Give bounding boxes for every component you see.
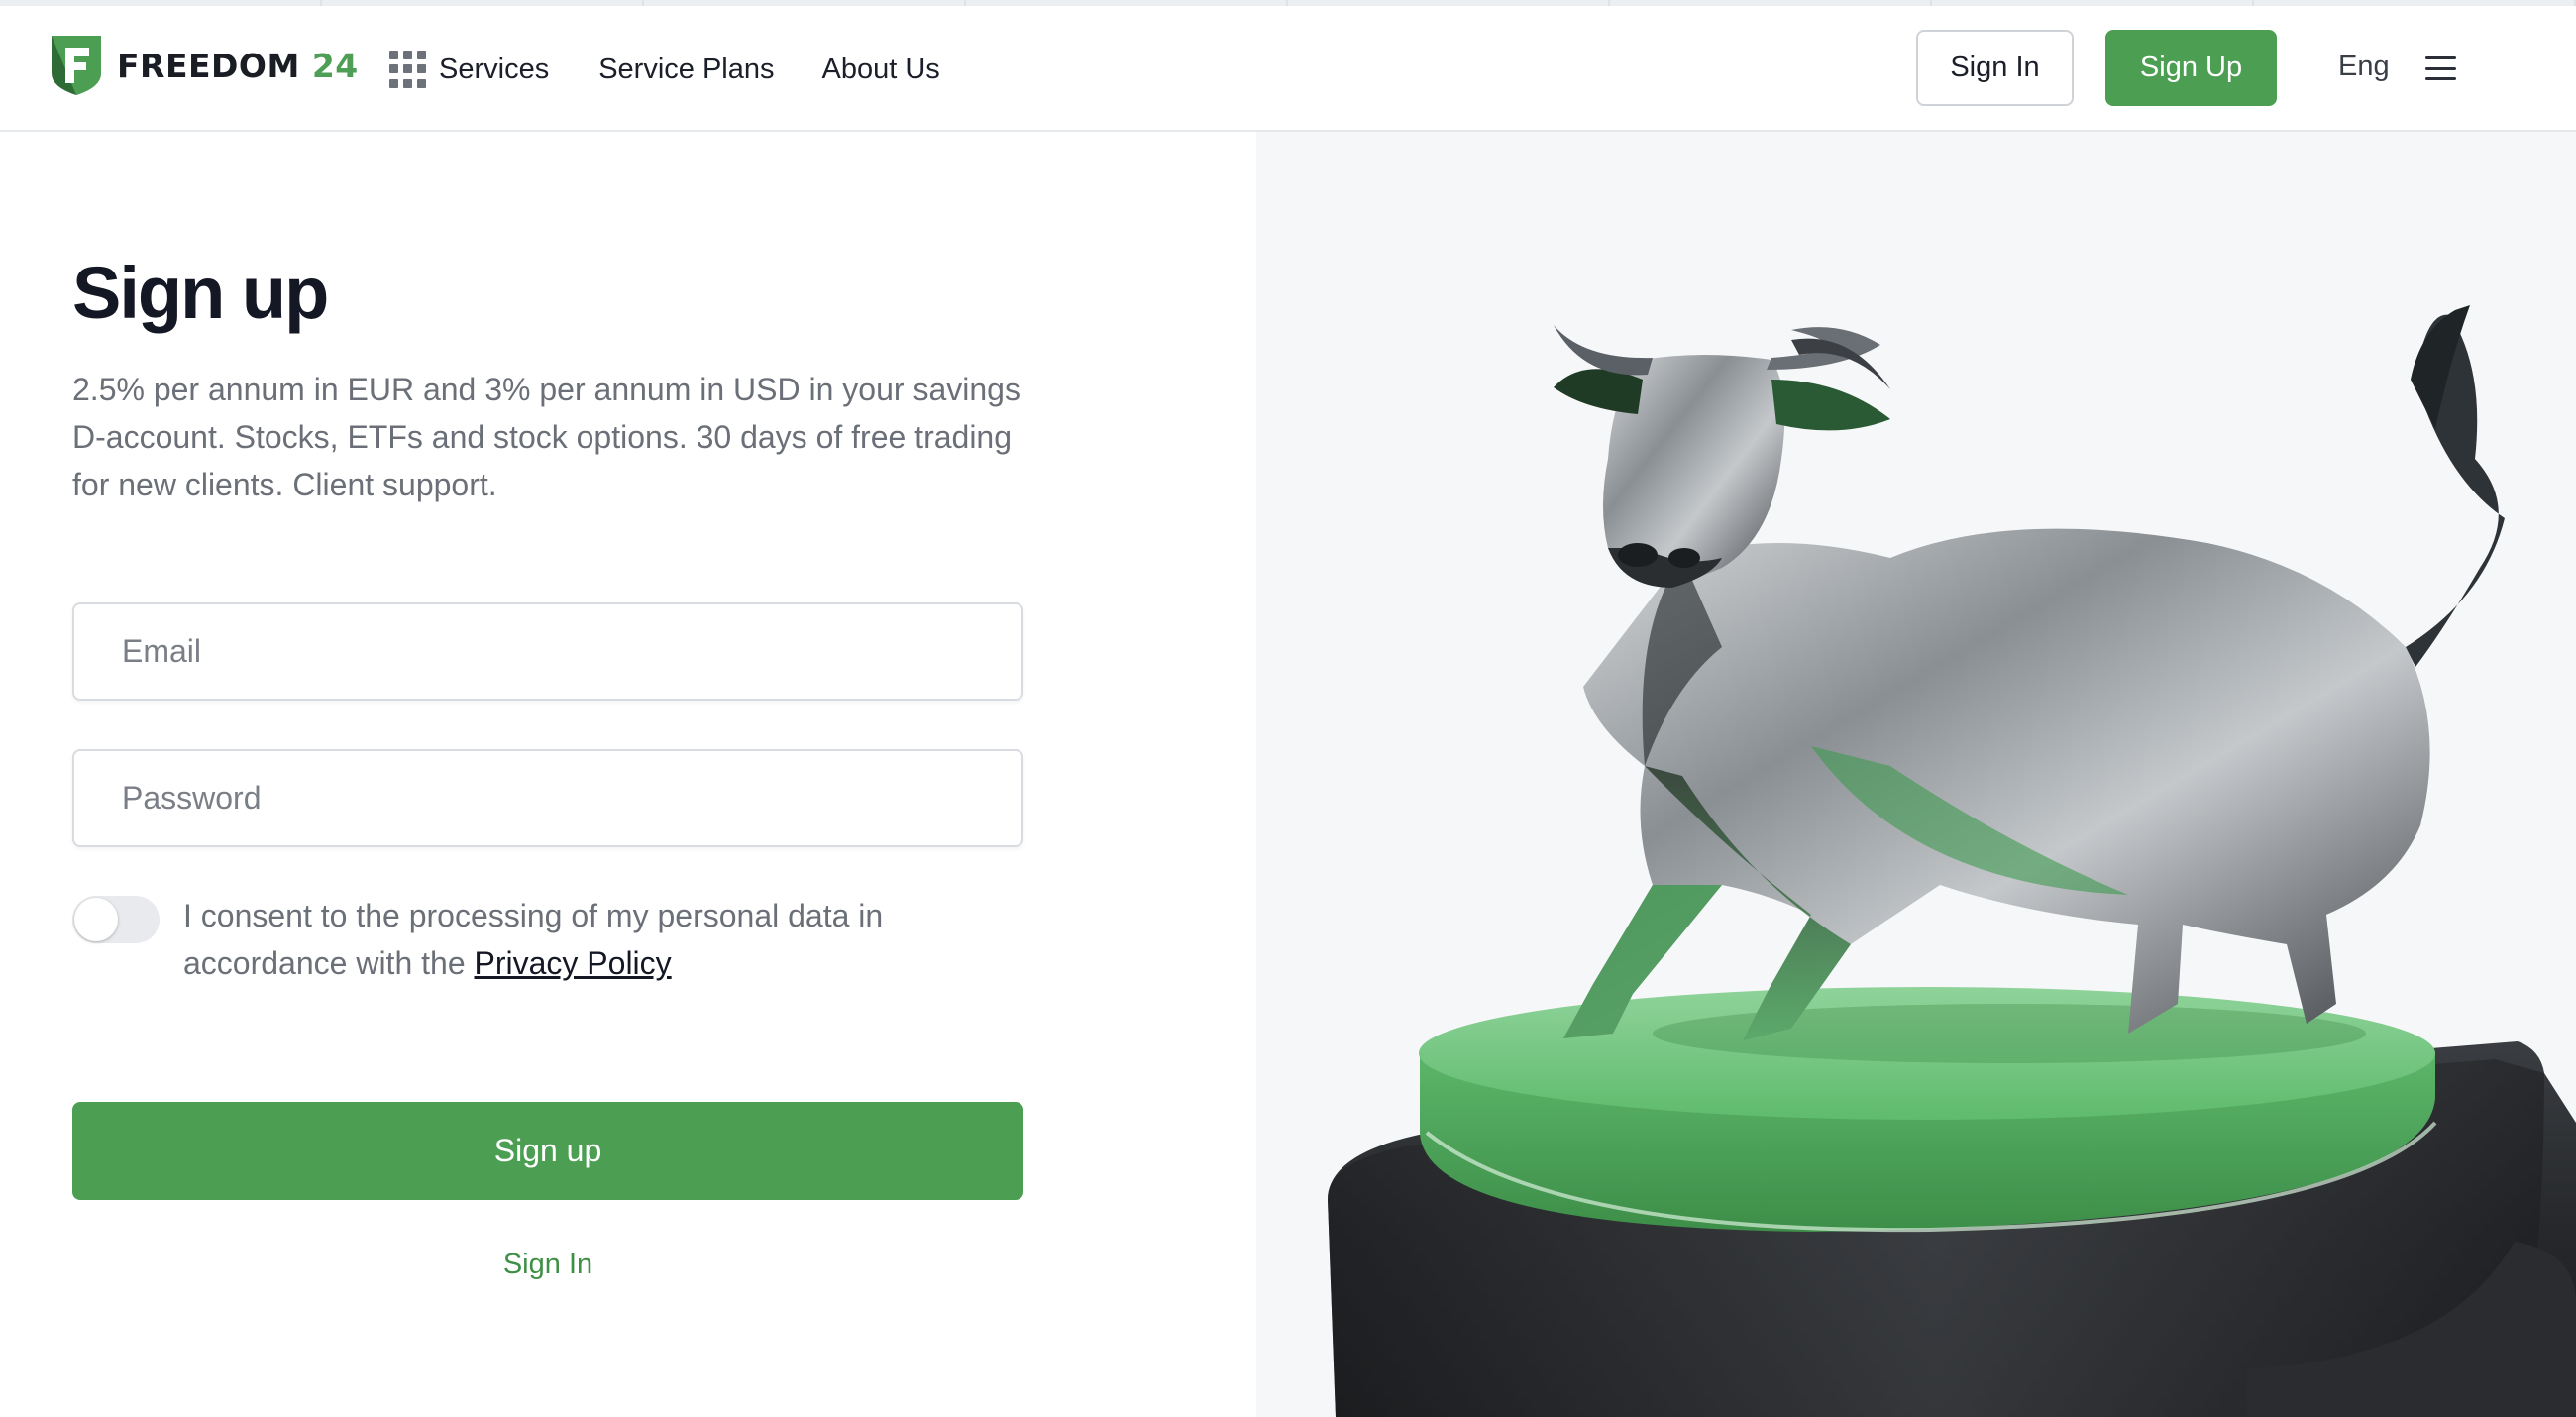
nav-services[interactable]: Services — [389, 51, 549, 88]
sign-in-link[interactable]: Sign In — [72, 1249, 1023, 1281]
header-sign-in-button[interactable]: Sign In — [1916, 30, 2074, 106]
site-header: FREEDOM 24 Services Service Plans About … — [0, 6, 2576, 132]
language-selector[interactable]: Eng — [2338, 51, 2390, 83]
password-field[interactable] — [72, 749, 1023, 847]
hamburger-menu-icon[interactable] — [2425, 56, 2456, 80]
apps-grid-icon — [389, 51, 427, 88]
main-nav: Services Service Plans About Us — [389, 44, 940, 95]
consent-toggle[interactable] — [72, 896, 160, 943]
header-sign-up-button[interactable]: Sign Up — [2105, 30, 2277, 106]
signup-panel: Sign up 2.5% per annum in EUR and 3% per… — [0, 132, 1256, 1417]
privacy-policy-link[interactable]: Privacy Policy — [475, 945, 672, 981]
shield-logo-icon — [52, 36, 101, 95]
email-field[interactable] — [72, 602, 1023, 701]
consent-row: I consent to the processing of my person… — [72, 892, 1023, 987]
toggle-knob — [74, 898, 118, 941]
freedom24-logo[interactable]: FREEDOM 24 — [50, 34, 359, 97]
nav-about-us[interactable]: About Us — [822, 54, 940, 86]
bull-statue-illustration — [1327, 305, 2576, 1417]
page-title: Sign up — [72, 252, 329, 334]
hero-image-panel — [1256, 132, 2576, 1417]
nav-service-plans[interactable]: Service Plans — [598, 54, 774, 86]
logo-wordmark: FREEDOM 24 — [117, 46, 359, 85]
sign-up-submit-button[interactable]: Sign up — [72, 1102, 1023, 1200]
signup-description: 2.5% per annum in EUR and 3% per annum i… — [72, 372, 1020, 502]
nav-services-label[interactable]: Services — [439, 54, 549, 86]
consent-label: I consent to the processing of my person… — [183, 892, 976, 987]
